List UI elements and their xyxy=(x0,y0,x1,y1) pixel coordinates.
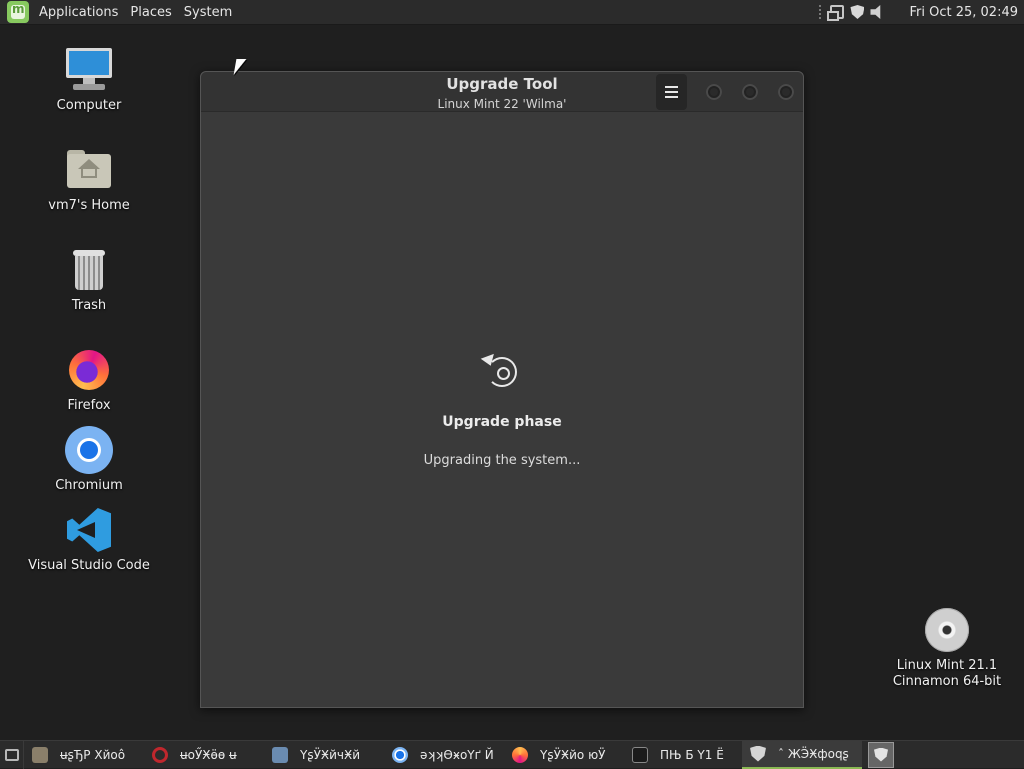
upgrade-tool-window: Upgrade Tool Linux Mint 22 'Wilma' Upgra… xyxy=(200,71,804,708)
taskbar-item[interactable]: ПЊ Б Ү1 Ё xyxy=(624,741,742,769)
system-menu[interactable]: System xyxy=(178,5,238,20)
file-manager-icon xyxy=(32,746,48,763)
taskbar-item[interactable]: ҮʂӰӾйо юӰ xyxy=(504,741,624,769)
taskbar-item-label: ʉоӲӾӫө ʉ xyxy=(180,747,237,762)
close-button[interactable] xyxy=(778,84,794,100)
taskbar-item-label: ǝʞʞӨӿоҮґ Й xyxy=(420,747,494,762)
main-menu-button[interactable] xyxy=(656,74,687,110)
top-panel: Applications Places System Fri Oct 25, 0… xyxy=(0,0,1024,25)
firefox-icon xyxy=(512,746,528,763)
desktop-icon-home[interactable]: vm7's Home xyxy=(24,146,154,214)
clock[interactable]: Fri Oct 25, 02:49 xyxy=(909,5,1018,20)
taskbar-item-label: ҮʂӰӾйо юӰ xyxy=(540,747,606,762)
taskbar-item-label: ˆ ЖӬӾфоqʂ xyxy=(778,746,849,761)
taskbar-item[interactable]: ҮʂӰӾйчӾй xyxy=(264,741,384,769)
shield-icon xyxy=(874,747,888,762)
hamburger-icon xyxy=(665,86,678,88)
desktop-icon-label: Computer xyxy=(56,98,122,113)
desktop-icon-computer[interactable]: Computer xyxy=(24,46,154,114)
opera-icon xyxy=(152,746,168,763)
desktop-icon-label: Trash xyxy=(71,298,107,313)
desktop-icon-label: Cinnamon 64-bit xyxy=(892,674,1002,689)
computer-icon xyxy=(65,46,113,94)
taskbar-item[interactable]: ǝʞʞӨӿоҮґ Й xyxy=(384,741,504,769)
chromium-icon xyxy=(65,426,113,474)
taskbar-item-active[interactable]: ˆ ЖӬӾфоqʂ xyxy=(742,740,862,769)
terminal-icon xyxy=(632,746,648,763)
phase-title: Upgrade phase xyxy=(442,414,562,430)
taskbar-item[interactable]: ʉʂЂР Хйoô xyxy=(24,741,144,769)
trash-icon xyxy=(65,246,113,294)
disk-icon xyxy=(272,746,288,763)
shield-icon[interactable] xyxy=(850,5,865,19)
system-tray: Fri Oct 25, 02:49 xyxy=(819,0,1024,25)
taskbar-item-label: ПЊ Б Ү1 Ё xyxy=(660,747,724,762)
show-desktop-button[interactable] xyxy=(0,740,24,769)
volume-icon[interactable] xyxy=(870,5,881,19)
taskbar-item[interactable]: ʉоӲӾӫө ʉ xyxy=(144,741,264,769)
desktop-icon-label: Firefox xyxy=(67,398,111,413)
desktop-icon-label: Chromium xyxy=(55,478,123,493)
applications-menu[interactable]: Applications xyxy=(33,5,124,20)
chromium-icon xyxy=(392,746,408,763)
desktop-icon-label: vm7's Home xyxy=(48,198,130,213)
taskbar-item-label: ʉʂЂР Хйoô xyxy=(60,747,126,762)
window-titlebar[interactable]: Upgrade Tool Linux Mint 22 'Wilma' xyxy=(201,72,803,112)
window-content: Upgrade phase Upgrading the system... xyxy=(201,113,803,707)
upgrade-phase-icon xyxy=(487,357,517,387)
desktop-icon-label: Visual Studio Code xyxy=(28,558,150,573)
network-icon[interactable] xyxy=(827,5,845,21)
desktop-icon-install-disc[interactable]: Linux Mint 21.1 Cinnamon 64-bit xyxy=(882,606,1012,690)
desktop-icon-chromium[interactable]: Chromium xyxy=(24,426,154,494)
places-menu[interactable]: Places xyxy=(124,5,177,20)
mint-menu-icon[interactable] xyxy=(7,1,29,23)
disc-icon xyxy=(923,606,971,654)
desktop-icon-vscode[interactable]: Visual Studio Code xyxy=(24,506,154,574)
show-desktop-icon xyxy=(4,748,19,761)
minimize-button[interactable] xyxy=(706,84,722,100)
home-folder-icon xyxy=(65,146,113,194)
vscode-icon xyxy=(65,506,113,554)
taskbar-item-label: ҮʂӰӾйчӾй xyxy=(300,747,361,762)
tray-handle xyxy=(819,5,822,19)
bottom-panel: ʉʂЂР Хйoô ʉоӲӾӫө ʉ ҮʂӰӾйчӾй ǝʞʞӨӿоҮґ Й Ү… xyxy=(0,740,1024,769)
desktop-icon-trash[interactable]: Trash xyxy=(24,246,154,314)
shield-icon xyxy=(750,745,766,762)
desktop-icon-label: Linux Mint 21.1 xyxy=(896,658,998,673)
firefox-icon xyxy=(65,346,113,394)
maximize-button[interactable] xyxy=(742,84,758,100)
phase-status: Upgrading the system... xyxy=(423,453,581,468)
update-manager-tray-button[interactable] xyxy=(868,741,894,768)
desktop-icon-firefox[interactable]: Firefox xyxy=(24,346,154,414)
